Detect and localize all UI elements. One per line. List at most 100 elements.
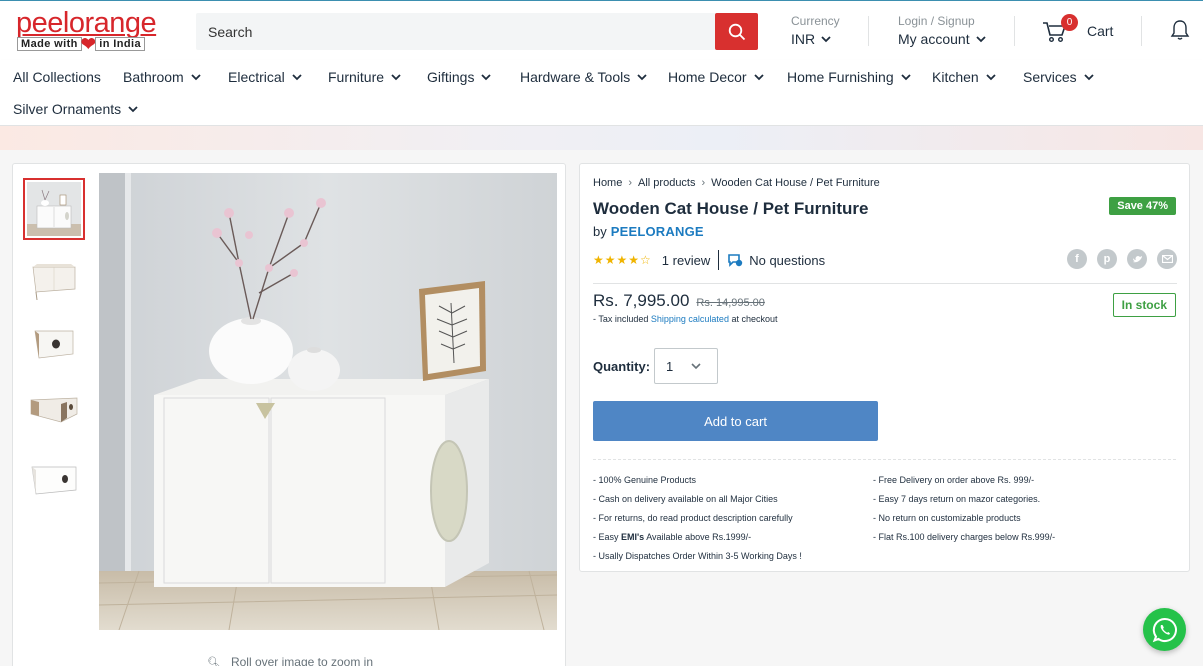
search-icon [728,23,745,40]
breadcrumb-current: Wooden Cat House / Pet Furniture [711,177,880,189]
notification-button[interactable] [1170,19,1190,44]
nav-label: All Collections [13,69,101,85]
heart-icon: ❤ [80,34,97,54]
nav-label: Home Decor [668,69,747,85]
add-to-cart-button[interactable]: Add to cart [593,401,878,441]
magnifier-icon: 🔍︎ [206,657,221,666]
account-value: My account [898,31,970,47]
search-input[interactable] [196,13,715,50]
logo-made-with: Made with [17,37,82,51]
nav-item-kitchen[interactable]: Kitchen [932,69,996,85]
thumbnail-1[interactable] [24,179,84,239]
chevron-down-icon [128,105,138,112]
brand-logo[interactable]: peelorange Made with ❤ in India [16,7,158,54]
nav-item-electrical[interactable]: Electrical [228,69,302,85]
feature-item: - No return on customizable products [873,513,1021,523]
nav-item-bathroom[interactable]: Bathroom [123,69,201,85]
nav-item-silver-ornaments[interactable]: Silver Ornaments [13,101,138,117]
email-icon[interactable] [1157,249,1177,269]
product-title: Wooden Cat House / Pet Furniture [593,199,869,218]
chevron-right-icon: › [701,177,706,189]
share-buttons: f p [1067,249,1177,269]
tax-prefix: - Tax included [593,314,649,324]
currency-selector[interactable]: Currency INR [791,14,840,47]
cart-label: Cart [1087,23,1114,39]
header-divider [1141,16,1142,46]
main-navigation: All Collections Bathroom Electrical Furn… [0,60,1203,126]
product-gallery: 🔍︎ Roll over image to zoom in [12,163,566,666]
rating-row: ★★★★☆ 1 review No questions [593,249,825,271]
feature-item: - For returns, do read product descripti… [593,513,793,523]
site-header: peelorange Made with ❤ in India Currency… [0,0,1203,60]
account-menu[interactable]: Login / Signup My account [898,14,986,47]
emi-bold: EMI's [621,532,645,542]
nav-item-furniture[interactable]: Furniture [328,69,401,85]
product-main-image[interactable] [99,173,557,630]
chevron-down-icon [191,73,201,80]
header-divider [868,16,869,46]
rating-divider [718,250,720,270]
thumbnail-5[interactable] [24,447,84,507]
search-button[interactable] [715,13,758,50]
compare-price: Rs. 14,995.00 [696,297,765,309]
logo-tagline: Made with ❤ in India [17,34,145,54]
review-count[interactable]: 1 review [662,253,710,268]
nav-label: Electrical [228,69,285,85]
thumbnail-3[interactable] [24,311,84,371]
emi-rest: Available above Rs.1999/- [646,532,752,542]
pinterest-icon[interactable]: p [1097,249,1117,269]
star-rating[interactable]: ★★★★☆ [593,253,652,267]
nav-item-hardware-tools[interactable]: Hardware & Tools [520,69,647,85]
whatsapp-icon [1152,617,1177,642]
chevron-down-icon [637,73,647,80]
feature-item: - 100% Genuine Products [593,475,697,485]
quantity-value: 1 [666,358,674,374]
chevron-down-icon [900,73,911,80]
account-label: Login / Signup [898,14,975,28]
header-divider [1014,16,1015,46]
shipping-link[interactable]: Shipping calculated [651,314,729,324]
nav-item-services[interactable]: Services [1023,69,1094,85]
nav-label: Bathroom [123,69,184,85]
nav-label: Giftings [427,69,475,85]
chevron-right-icon: › [628,177,633,189]
quantity-label: Quantity: [593,359,651,374]
feature-item: - Flat Rs.100 delivery charges below Rs.… [873,532,1056,542]
nav-item-all-collections[interactable]: All Collections [13,69,101,85]
whatsapp-chat-button[interactable] [1143,608,1186,651]
logo-wordmark: peelorange [16,7,157,39]
breadcrumb: Home › All products › Wooden Cat House /… [593,177,880,189]
chevron-down-icon [821,35,831,42]
stock-status: In stock [1112,293,1176,317]
nav-label: Hardware & Tools [520,69,631,85]
chevron-down-icon [753,73,764,80]
feature-item: - Cash on delivery available on all Majo… [593,494,778,504]
nav-item-home-furnishing[interactable]: Home Furnishing [787,69,911,85]
features-left: - 100% Genuine Products - Cash on delive… [593,471,802,566]
section-divider [593,283,1177,284]
cart-button[interactable]: 0 Cart [1042,14,1122,47]
product-vendor: by PEELORANGE [593,224,704,239]
emi-prefix: - Easy [593,532,619,542]
nav-item-giftings[interactable]: Giftings [427,69,492,85]
question-count[interactable]: No questions [749,253,825,268]
breadcrumb-home[interactable]: Home [593,177,622,189]
vendor-link[interactable]: PEELORANGE [611,224,704,239]
promo-banner-strip [0,126,1203,150]
thumbnail-4[interactable] [24,377,84,437]
nav-label: Kitchen [932,69,979,85]
quantity-select[interactable]: 1 [654,348,718,384]
breadcrumb-all-products[interactable]: All products [638,177,695,189]
twitter-icon[interactable] [1127,249,1147,269]
bell-icon [1170,20,1190,40]
tax-note: - Tax included Shipping calculated at ch… [593,314,778,324]
chevron-down-icon [986,73,996,80]
currency-label: Currency [791,14,840,28]
tax-suffix: at checkout [731,314,778,324]
thumbnail-2[interactable] [24,245,84,305]
chevron-down-icon [975,35,986,42]
nav-label: Home Furnishing [787,69,894,85]
cart-count-badge: 0 [1061,14,1078,31]
facebook-icon[interactable]: f [1067,249,1087,269]
nav-item-home-decor[interactable]: Home Decor [668,69,764,85]
